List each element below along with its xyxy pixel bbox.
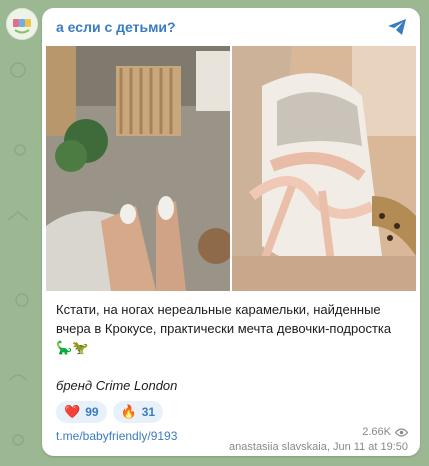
brand-line: бренд Crime London	[56, 378, 178, 393]
reaction-count: 99	[85, 405, 99, 419]
eye-icon	[395, 427, 408, 437]
post-caption: Кстати, на ногах нереальные карамельки, …	[56, 300, 408, 357]
reactions-bar: ❤️ 99 🔥 31	[56, 401, 164, 423]
heart-icon: ❤️	[64, 404, 81, 419]
photo-legs-with-chair[interactable]	[46, 46, 230, 291]
views-counter: 2.66K	[362, 426, 408, 438]
caption-text: Кстати, на ногах нереальные карамельки, …	[56, 302, 392, 336]
share-arrow-icon[interactable]	[386, 16, 408, 38]
message-card: а если с детьми? Кстати, на ногах нереал…	[42, 8, 420, 456]
channel-title[interactable]: а если с детьми?	[56, 19, 386, 35]
reaction-heart[interactable]: ❤️ 99	[56, 401, 107, 423]
caption-emoji: 🦕🦖	[56, 340, 89, 355]
fire-icon: 🔥	[120, 404, 137, 419]
author-date: anastasiia slavskaia, Jun 11 at 19:50	[229, 441, 408, 453]
reaction-count: 31	[141, 405, 156, 419]
views-count: 2.66K	[362, 426, 391, 438]
channel-avatar[interactable]	[6, 8, 38, 40]
reaction-fire[interactable]: 🔥 31	[112, 401, 164, 423]
post-link[interactable]: t.me/babyfriendly/9193	[56, 429, 177, 443]
message-header: а если с детьми?	[42, 8, 420, 46]
avatar-logo	[7, 9, 37, 39]
photo-sneakers-with-bows[interactable]	[232, 46, 416, 291]
photo-album	[46, 46, 416, 291]
